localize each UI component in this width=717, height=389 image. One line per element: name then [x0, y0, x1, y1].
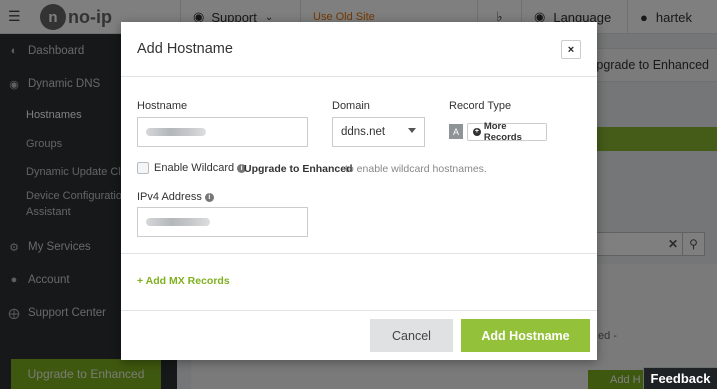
add-hostname-button[interactable]: Add Hostname	[461, 319, 590, 352]
plus-icon: +	[137, 275, 146, 287]
modal-header: Add Hostname ×	[121, 22, 597, 77]
modal-title: Add Hostname	[137, 41, 233, 57]
enable-wildcard-checkbox[interactable]	[137, 162, 149, 174]
caret-down-icon	[408, 128, 416, 133]
domain-value: ddns.net	[341, 126, 386, 138]
more-records-button[interactable]: + More Records	[467, 121, 547, 143]
hostname-input[interactable]	[137, 117, 308, 147]
add-mx-records-link[interactable]: + Add MX Records	[137, 275, 230, 287]
plus-circle-icon: +	[473, 128, 481, 136]
info-icon[interactable]: i	[204, 193, 214, 202]
footer-divider	[121, 310, 597, 311]
add-mx-label: Add MX Records	[145, 275, 230, 287]
feedback-button[interactable]: Feedback	[643, 367, 717, 389]
ipv4-label: IPv4 Address	[137, 191, 202, 203]
redacted-ip-address	[146, 218, 210, 226]
record-type-label: Record Type	[449, 100, 512, 112]
domain-select[interactable]: ddns.net	[332, 117, 425, 147]
divider	[121, 253, 597, 254]
wildcard-label-group: Enable Wildcard i	[154, 162, 247, 174]
ipv4-label-group: IPv4 Address i	[137, 191, 214, 203]
close-button[interactable]: ×	[561, 40, 581, 59]
wildcard-hint-text: to enable wildcard hostnames.	[345, 163, 487, 175]
upgrade-enhanced-link[interactable]: Upgrade to Enhanced	[244, 163, 353, 175]
record-type-badge[interactable]: A	[449, 124, 463, 139]
add-hostname-modal: Add Hostname × Hostname Domain ddns.net …	[121, 22, 597, 360]
ipv4-address-input[interactable]	[137, 207, 308, 237]
wildcard-label: Enable Wildcard	[154, 162, 235, 174]
cancel-button[interactable]: Cancel	[370, 319, 453, 352]
hostname-label: Hostname	[137, 100, 188, 112]
redacted-hostname	[146, 128, 206, 136]
more-records-label: More Records	[483, 121, 522, 143]
domain-label: Domain	[332, 100, 370, 112]
